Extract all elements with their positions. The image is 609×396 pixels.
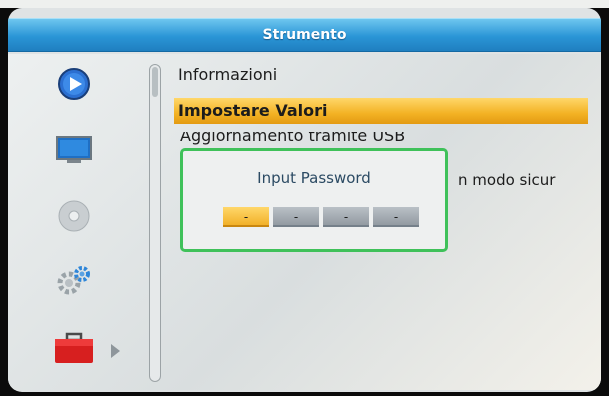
play-icon (57, 67, 91, 105)
sidebar-item-settings[interactable] (52, 262, 96, 302)
sidebar (8, 54, 143, 390)
main-panel: Informazioni Impostare Valori Aggiorname… (8, 54, 601, 390)
toolbox-icon (53, 331, 95, 369)
password-dialog: Input Password - - - - (180, 148, 448, 252)
menu-item-informazioni[interactable]: Informazioni (178, 62, 588, 88)
menu-item-modo-sicuro[interactable]: n modo sicur (458, 171, 555, 189)
menu-item-aggiornamento-usb-label: Aggiornamento tramite USB (180, 132, 406, 145)
password-fields: - - - - (223, 207, 419, 227)
sidebar-item-tools[interactable] (52, 330, 96, 370)
scrollbar-thumb[interactable] (152, 67, 158, 97)
password-digit-2[interactable]: - (273, 207, 319, 227)
monitor-icon (55, 134, 93, 170)
tools-window: Strumento Informazioni Impostare Valori … (8, 8, 601, 392)
sidebar-item-media[interactable] (52, 198, 96, 238)
menu-item-impostare-valori[interactable]: Impostare Valori (174, 98, 588, 124)
gears-icon (55, 263, 93, 301)
title-bar: Strumento (8, 18, 601, 52)
chevron-right-icon (108, 343, 122, 359)
window-title: Strumento (262, 27, 347, 43)
password-digit-4[interactable]: - (373, 207, 419, 227)
password-digit-1[interactable]: - (223, 207, 269, 227)
password-digit-3[interactable]: - (323, 207, 369, 227)
sidebar-item-picture[interactable] (52, 132, 96, 172)
disc-icon (57, 199, 91, 237)
screen-bezel-top (0, 0, 609, 8)
dialog-title: Input Password (257, 169, 371, 187)
scrollbar[interactable] (149, 64, 161, 382)
sidebar-item-play[interactable] (52, 66, 96, 106)
